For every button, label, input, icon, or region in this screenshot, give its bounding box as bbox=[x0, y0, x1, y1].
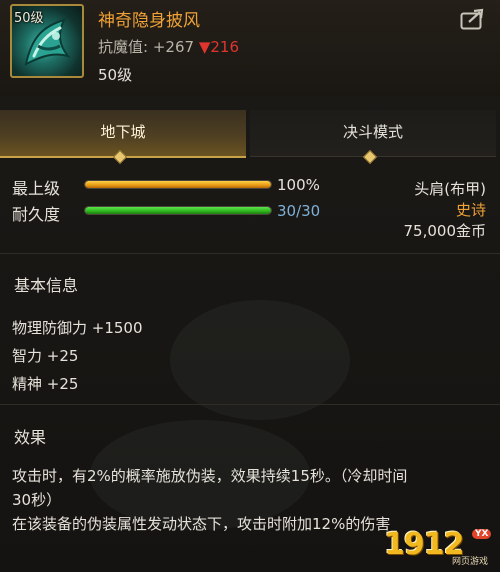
share-icon bbox=[460, 8, 484, 30]
item-level-badge: 50级 bbox=[14, 11, 44, 26]
site-logo: 1912 YX 网页游戏 bbox=[384, 527, 496, 571]
attr-physical-defense: 物理防御力 +1500 bbox=[12, 319, 143, 337]
resist-value: +267 bbox=[152, 38, 195, 56]
tab-pvp[interactable]: 决斗模式 bbox=[250, 110, 496, 157]
attr-intelligence: 智力 +25 bbox=[12, 347, 79, 365]
durability-bar bbox=[84, 206, 272, 215]
grade-value: 100% bbox=[277, 176, 320, 194]
rarity-label: 史诗 bbox=[455, 201, 486, 219]
equipment-slot: 头肩(布甲) bbox=[414, 180, 486, 198]
sell-price: 75,000金币 bbox=[403, 222, 487, 240]
effect-line: 攻击时，有2%的概率施放伪装，效果持续15秒。（冷却时间 bbox=[12, 467, 408, 485]
background-art bbox=[170, 300, 350, 420]
grade-label: 最上级 bbox=[12, 179, 61, 198]
effect-line: 30秒） bbox=[12, 491, 62, 509]
divider bbox=[0, 404, 500, 405]
grade-bar-fill bbox=[85, 181, 271, 188]
magic-resist: 抗魔值: +267 ▼216 bbox=[98, 36, 239, 57]
attr-spirit: 精神 +25 bbox=[12, 375, 79, 393]
tab-dungeon[interactable]: 地下城 bbox=[0, 110, 246, 158]
durability-label: 耐久度 bbox=[12, 205, 61, 224]
divider bbox=[0, 253, 500, 254]
effect-description: 攻击时，有2%的概率施放伪装，效果持续15秒。（冷却时间 30秒） 在该装备的伪… bbox=[12, 464, 482, 536]
share-button[interactable] bbox=[460, 8, 486, 30]
basic-info-title: 基本信息 bbox=[14, 276, 79, 295]
resist-diff: ▼216 bbox=[198, 38, 239, 56]
item-tooltip-panel: 50级 神奇隐身披风 抗魔值: +267 ▼216 50级 地下城 决斗模式 最… bbox=[0, 0, 500, 572]
durability-bar-fill bbox=[85, 207, 271, 214]
item-required-level: 50级 bbox=[98, 66, 133, 84]
durability-value: 30/30 bbox=[277, 202, 321, 220]
item-name: 神奇隐身披风 bbox=[98, 11, 200, 31]
logo-badge: YX bbox=[472, 529, 492, 539]
grade-bar bbox=[84, 180, 272, 189]
item-icon-frame[interactable]: 50级 bbox=[10, 4, 84, 78]
effect-title: 效果 bbox=[14, 428, 47, 447]
item-header: 50级 神奇隐身披风 抗魔值: +267 ▼216 50级 bbox=[0, 0, 500, 96]
logo-subtitle: 网页游戏 bbox=[452, 557, 489, 567]
resist-label: 抗魔值: bbox=[98, 38, 149, 56]
mode-tabs: 地下城 决斗模式 bbox=[0, 110, 500, 165]
